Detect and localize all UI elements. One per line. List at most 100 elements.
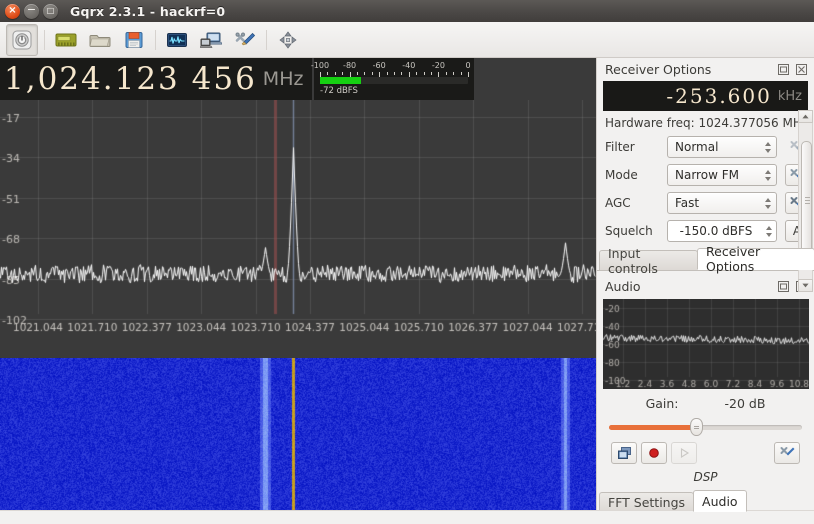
mode-label: Mode bbox=[605, 168, 667, 182]
slider-fill bbox=[609, 425, 696, 430]
agc-select[interactable]: Fast bbox=[667, 192, 777, 214]
audio-options-button[interactable] bbox=[611, 442, 637, 464]
spectrum-area[interactable]: 1,024.123 456 MHz -100-80-60-40-200 -72 … bbox=[0, 58, 596, 510]
open-button[interactable] bbox=[85, 25, 115, 55]
audio-gain-label: Gain: bbox=[646, 396, 679, 411]
audio-gain-value: -20 dB bbox=[725, 396, 766, 411]
receiver-offset-readout[interactable]: -253.600 kHz bbox=[603, 81, 808, 111]
scroll-down-button[interactable] bbox=[798, 279, 813, 292]
dsp-waveform-icon bbox=[166, 30, 188, 50]
window-controls: × − □ bbox=[0, 4, 58, 19]
agc-label: AGC bbox=[605, 196, 667, 210]
frequency-unit: MHz bbox=[263, 68, 304, 90]
toolbar-separator bbox=[266, 30, 267, 50]
audio-play-button bbox=[671, 442, 697, 464]
filter-select[interactable]: Normal bbox=[667, 136, 777, 158]
save-button[interactable] bbox=[119, 25, 149, 55]
windows-icon bbox=[617, 446, 632, 460]
main-toolbar bbox=[0, 22, 814, 58]
mode-value: Narrow FM bbox=[675, 168, 763, 182]
tab-input-controls[interactable]: Input controls bbox=[599, 250, 698, 270]
receiver-tab-bar: Input controls Receiver Options bbox=[597, 248, 814, 271]
meter-tick-label: -40 bbox=[402, 61, 415, 70]
audio-record-button[interactable] bbox=[641, 442, 667, 464]
dsp-button[interactable] bbox=[162, 25, 192, 55]
record-icon bbox=[647, 446, 661, 460]
signal-meter: -100-80-60-40-200 -72 dBFS bbox=[314, 58, 474, 100]
signal-meter-scale: -100-80-60-40-200 bbox=[320, 61, 468, 72]
waterfall-canvas[interactable] bbox=[0, 358, 596, 510]
audio-title: Audio bbox=[605, 279, 773, 294]
meter-tick-label: 0 bbox=[465, 61, 470, 70]
signal-meter-label: -72 dBFS bbox=[320, 86, 468, 96]
agc-spinner[interactable] bbox=[763, 198, 772, 209]
filter-spinner[interactable] bbox=[763, 142, 772, 153]
tab-fft-settings[interactable]: FFT Settings bbox=[599, 492, 694, 512]
tab-receiver-options[interactable]: Receiver Options bbox=[697, 248, 814, 270]
floppy-save-icon bbox=[124, 30, 144, 50]
squelch-value: -150.0 dBFS bbox=[668, 224, 764, 238]
close-icon[interactable] bbox=[794, 63, 809, 76]
tools-icon bbox=[234, 30, 256, 50]
filter-row: Filter Normal bbox=[597, 134, 814, 160]
receiver-offset-digits[interactable]: -253.600 bbox=[666, 84, 771, 108]
minimize-icon: − bbox=[24, 1, 39, 19]
filter-value: Normal bbox=[675, 140, 763, 154]
io-device-button[interactable] bbox=[51, 25, 81, 55]
agc-value: Fast bbox=[675, 196, 763, 210]
pan-move-icon bbox=[278, 30, 298, 50]
close-icon: × bbox=[5, 4, 20, 19]
audio-gain-slider[interactable] bbox=[609, 418, 802, 436]
squelch-label: Squelch bbox=[605, 224, 667, 238]
receiver-options-header: Receiver Options bbox=[597, 58, 814, 80]
power-button[interactable] bbox=[6, 24, 38, 56]
receiver-options-title: Receiver Options bbox=[605, 62, 773, 77]
signal-meter-track bbox=[320, 77, 468, 84]
play-icon bbox=[677, 446, 691, 460]
window-close-button[interactable]: × bbox=[5, 4, 20, 19]
squelch-spinner[interactable] bbox=[764, 226, 773, 237]
float-icon[interactable] bbox=[776, 280, 791, 293]
meter-tick-label: -80 bbox=[343, 61, 356, 70]
audio-header: Audio bbox=[597, 275, 814, 297]
audio-config-button[interactable] bbox=[774, 442, 800, 464]
right-dock: Receiver Options -253.600 kHz Hardware f… bbox=[596, 58, 814, 524]
meter-tick-label: -60 bbox=[373, 61, 386, 70]
window-title: Gqrx 2.3.1 - hackrf=0 bbox=[70, 4, 225, 19]
mode-select[interactable]: Narrow FM bbox=[667, 164, 777, 186]
io-device-icon bbox=[55, 30, 77, 50]
frequency-digits[interactable]: 1,024.123 456 bbox=[0, 61, 257, 97]
rf-spectrum-canvas[interactable] bbox=[0, 100, 596, 338]
audio-gain-row: Gain: -20 dB bbox=[603, 392, 808, 414]
frequency-readout[interactable]: 1,024.123 456 MHz bbox=[0, 58, 312, 100]
rf-spectrum-plot[interactable] bbox=[0, 100, 596, 338]
chevron-up-icon bbox=[802, 114, 809, 119]
remote-control-button[interactable] bbox=[196, 25, 226, 55]
tools-icon bbox=[780, 446, 795, 460]
scrollbar-thumb[interactable] bbox=[801, 141, 812, 261]
receiver-offset-unit: kHz bbox=[778, 89, 802, 104]
window-maximize-button[interactable]: □ bbox=[43, 4, 58, 19]
waterfall-display[interactable] bbox=[0, 358, 596, 510]
float-icon[interactable] bbox=[776, 63, 791, 76]
tools-button[interactable] bbox=[230, 25, 260, 55]
meter-tick-label: -20 bbox=[432, 61, 445, 70]
mode-spinner[interactable] bbox=[763, 170, 772, 181]
hardware-frequency-label: Hardware freq: 1024.377056 MHz bbox=[597, 111, 814, 134]
squelch-input[interactable]: -150.0 dBFS bbox=[667, 220, 777, 242]
scroll-up-button[interactable] bbox=[798, 110, 813, 123]
mode-row: Mode Narrow FM bbox=[597, 162, 814, 188]
tab-audio[interactable]: Audio bbox=[693, 490, 747, 512]
slider-knob[interactable] bbox=[690, 418, 703, 436]
filter-label: Filter bbox=[605, 140, 667, 154]
folder-icon bbox=[89, 30, 111, 50]
maximize-icon: □ bbox=[43, 4, 58, 19]
power-icon bbox=[12, 30, 32, 50]
audio-spectrum-canvas[interactable] bbox=[603, 299, 809, 389]
status-bar bbox=[0, 510, 814, 524]
title-bar: × − □ Gqrx 2.3.1 - hackrf=0 bbox=[0, 0, 814, 23]
dsp-caption: DSP bbox=[603, 470, 808, 484]
pan-button[interactable] bbox=[273, 25, 303, 55]
chevron-down-icon bbox=[802, 283, 809, 288]
window-minimize-button[interactable]: − bbox=[24, 4, 39, 19]
